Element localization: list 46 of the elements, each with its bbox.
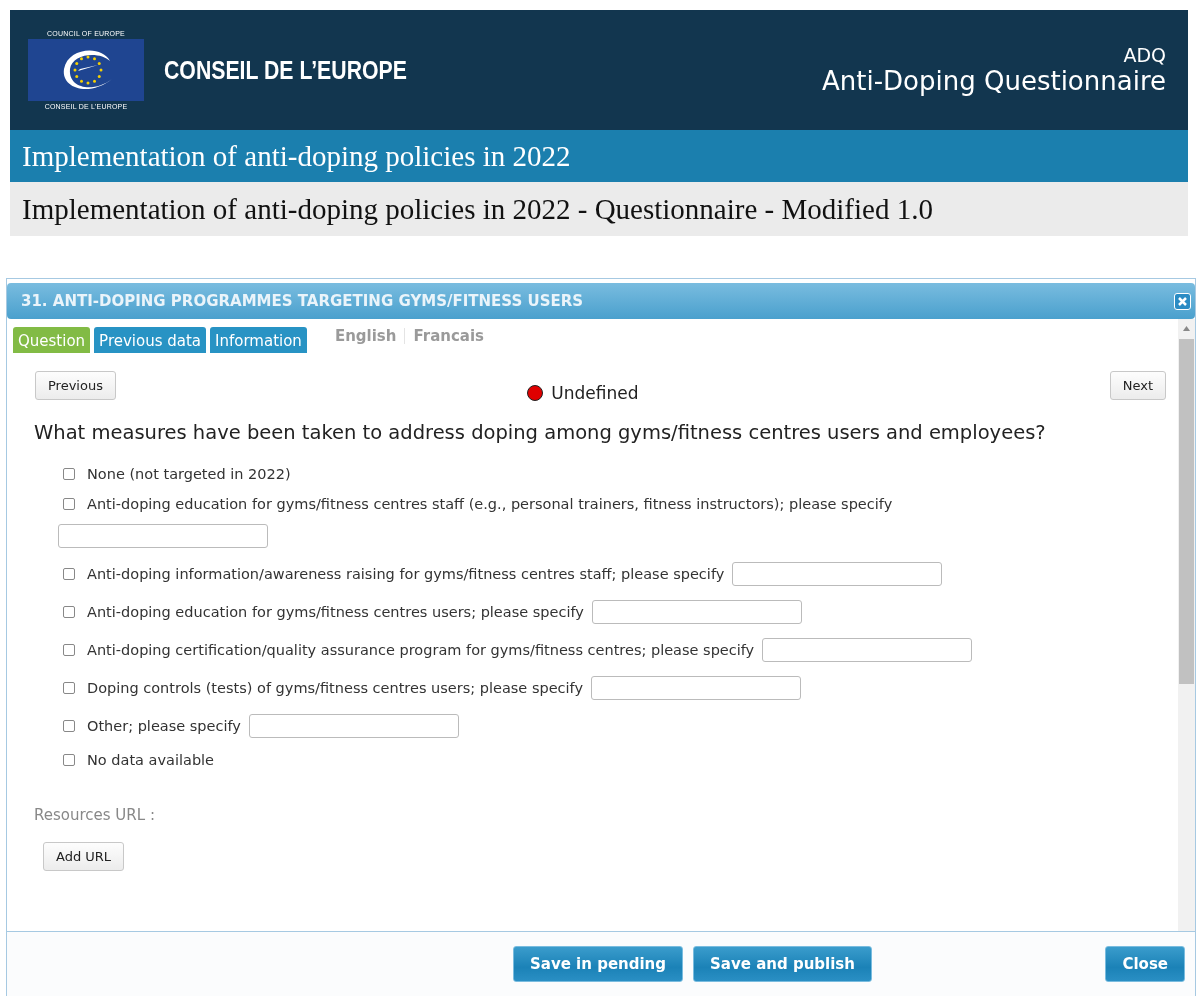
- checkbox[interactable]: [63, 568, 75, 580]
- option-label: Doping controls (tests) of gyms/fitness centres users; please specify: [87, 680, 583, 696]
- option-label: Other; please specify: [87, 718, 241, 734]
- save-button[interactable]: Save in pending: [513, 946, 684, 982]
- option-label: No data available: [87, 752, 215, 768]
- close-button[interactable]: [1174, 292, 1191, 310]
- specify-field[interactable]: [58, 524, 268, 548]
- checkbox[interactable]: [63, 682, 75, 694]
- close-dialog-button[interactable]: Close: [1105, 946, 1185, 982]
- add-url-button[interactable]: Add URL: [43, 842, 125, 871]
- scrollbar[interactable]: [1178, 319, 1195, 931]
- tab[interactable]: Previous data: [94, 327, 207, 353]
- specify-field[interactable]: [591, 676, 801, 700]
- checkbox[interactable]: [63, 606, 75, 618]
- option-label: Anti-doping education for gyms/fitness centres staff (e.g., personal trainers, fitness instructors); please specify: [87, 496, 893, 512]
- tab[interactable]: Question: [13, 327, 91, 353]
- questionnaire-title: Implementation of anti-doping policies in 2022 - Questionnaire - Modified 1.0: [10, 182, 1188, 236]
- option-label: Anti-doping education for gyms/fitness centres users; please specify: [87, 604, 584, 620]
- survey-title: Implementation of anti-doping policies in 2022: [10, 130, 1188, 182]
- previous-button[interactable]: Previous: [35, 371, 116, 400]
- app-code: ADQ: [1123, 44, 1166, 66]
- app-name: Anti-Doping Questionnaire: [822, 66, 1166, 96]
- resources-label: Resources URL :: [34, 806, 156, 824]
- organisation-name: CONSEIL DE L’EUROPE: [164, 55, 407, 85]
- language-link[interactable]: English: [334, 327, 397, 345]
- checkbox[interactable]: [63, 720, 75, 732]
- checkbox[interactable]: [63, 468, 75, 480]
- close-icon: [1178, 296, 1187, 306]
- checkbox[interactable]: [63, 644, 75, 656]
- tab[interactable]: Information: [210, 327, 307, 353]
- logo-icon: [28, 39, 144, 101]
- option-label: None (not targeted in 2022): [87, 466, 291, 482]
- checkbox[interactable]: [63, 498, 75, 510]
- status-label: Undefined: [551, 383, 639, 403]
- question-text: What measures have been taken to address doping among gyms/fitness centres users and employees?: [34, 421, 1047, 444]
- dialog-title: 31. ANTI-DOPING PROGRAMMES TARGETING GYMS/FITNESS USERS: [21, 292, 584, 310]
- specify-field[interactable]: [732, 562, 943, 586]
- language-link[interactable]: Francais: [413, 327, 485, 345]
- specify-field[interactable]: [248, 714, 459, 738]
- specify-field[interactable]: [762, 638, 973, 662]
- option-label: Anti-doping certification/quality assurance program for gyms/fitness centres; please specify: [87, 642, 755, 658]
- option-label: Anti-doping information/awareness raising for gyms/fitness centres staff; please specify: [87, 566, 725, 582]
- specify-field[interactable]: [591, 600, 802, 624]
- checkbox[interactable]: [63, 754, 75, 766]
- save-button[interactable]: Save and publish: [693, 946, 872, 982]
- next-button[interactable]: Next: [1109, 371, 1166, 400]
